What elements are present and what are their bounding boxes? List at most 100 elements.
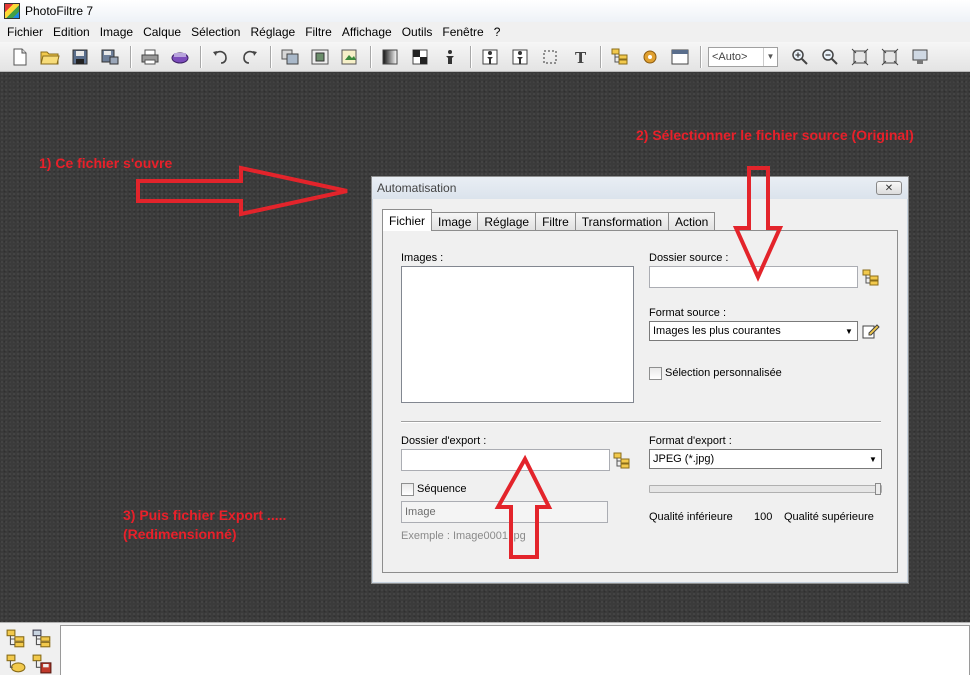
chevron-down-icon[interactable]: ▼ (865, 450, 881, 468)
menu-outils[interactable]: Outils (397, 25, 438, 39)
tab-action[interactable]: Action (668, 212, 716, 231)
export-format-dropdown[interactable]: JPEG (*.jpg) ▼ (649, 449, 882, 469)
section-separator (401, 421, 881, 423)
pattern-icon[interactable] (408, 45, 432, 69)
sequence-name-input[interactable]: Image (401, 501, 608, 523)
chevron-down-icon[interactable]: ▼ (763, 47, 777, 66)
menu-bar: Fichier Edition Image Calque Sélection R… (0, 22, 970, 42)
menu-reglage[interactable]: Réglage (245, 25, 300, 39)
actual-size-icon[interactable] (848, 45, 872, 69)
export-image-icon[interactable] (338, 45, 362, 69)
tab-reglage[interactable]: Réglage (477, 212, 537, 231)
edit-format-icon[interactable] (862, 322, 880, 340)
images-listbox[interactable] (401, 266, 634, 403)
export-format-label: Format d'export : (649, 435, 732, 447)
chevron-down-icon[interactable]: ▼ (841, 322, 857, 340)
menu-selection[interactable]: Sélection (186, 25, 245, 39)
source-format-dropdown[interactable]: Images les plus courantes ▼ (649, 321, 858, 341)
example-filename: Exemple : Image0001.jpg (401, 530, 526, 542)
svg-text:T: T (575, 49, 587, 65)
window-title: PhotoFiltre 7 (25, 4, 94, 18)
resize-image-icon[interactable] (278, 45, 302, 69)
text-tool-icon[interactable]: T (568, 45, 592, 69)
toolbar-separator (270, 45, 272, 68)
print-icon[interactable] (138, 45, 162, 69)
scanner-icon[interactable] (168, 45, 192, 69)
dialog-title-bar[interactable]: Automatisation (372, 177, 908, 199)
zoom-value: <Auto> (712, 50, 748, 63)
title-bar: PhotoFiltre 7 (0, 0, 970, 22)
redo-icon[interactable] (238, 45, 262, 69)
undo-icon[interactable] (208, 45, 232, 69)
source-format-label: Format source : (649, 307, 727, 319)
custom-selection-label: Sélection personnalisée (665, 367, 782, 379)
toolbar-separator (130, 45, 132, 68)
dialog-title: Automatisation (377, 181, 457, 195)
close-icon: ✕ (884, 182, 894, 194)
new-document-icon[interactable] (8, 45, 32, 69)
tab-transformation[interactable]: Transformation (574, 212, 669, 231)
bottom-icon-strip (0, 623, 60, 675)
tree-folders-icon[interactable] (32, 629, 52, 649)
quality-value: 100 (754, 511, 773, 523)
window-icon[interactable] (668, 45, 692, 69)
menu-calque[interactable]: Calque (138, 25, 186, 39)
fullscreen-icon[interactable] (908, 45, 932, 69)
dialog-close-button[interactable]: ✕ (876, 181, 902, 195)
source-format-value: Images les plus courantes (653, 325, 781, 337)
quality-slider[interactable] (649, 485, 882, 493)
bottom-explorer-area[interactable] (60, 625, 970, 675)
source-folder-label: Dossier source : (649, 252, 729, 264)
tab-filtre[interactable]: Filtre (535, 212, 576, 231)
dialog-tabs: Fichier Image Réglage Filtre Transformat… (382, 209, 716, 231)
automation-icon[interactable] (608, 45, 632, 69)
sequence-label: Séquence (417, 483, 467, 495)
bottom-panel (0, 622, 970, 675)
zoom-out-icon[interactable] (818, 45, 842, 69)
toolbar-separator (600, 45, 602, 68)
save-folder-icon[interactable] (32, 654, 52, 674)
figure-selection-icon[interactable] (508, 45, 532, 69)
menu-image[interactable]: Image (95, 25, 138, 39)
canvas-size-icon[interactable] (308, 45, 332, 69)
browse-export-folder-icon[interactable] (613, 452, 631, 470)
main-toolbar: T <Auto> ▼ (0, 42, 970, 72)
tab-fichier[interactable]: Fichier (382, 209, 433, 231)
quality-high-label: Qualité supérieure (784, 511, 874, 523)
quality-slider-thumb[interactable] (875, 483, 881, 495)
export-format-value: JPEG (*.jpg) (653, 453, 715, 465)
menu-affichage[interactable]: Affichage (337, 25, 397, 39)
marquee-selection-icon[interactable] (538, 45, 562, 69)
tab-image[interactable]: Image (431, 212, 479, 231)
save-as-icon[interactable] (98, 45, 122, 69)
gradient-icon[interactable] (378, 45, 402, 69)
menu-fenetre[interactable]: Fenêtre (437, 25, 488, 39)
save-disk-icon[interactable] (68, 45, 92, 69)
toolbar-separator (200, 45, 202, 68)
export-folder-label: Dossier d'export : (401, 435, 487, 447)
menu-help[interactable]: ? (489, 25, 506, 39)
automation-dialog: Automatisation ✕ Fichier Image Réglage F… (371, 176, 909, 584)
manual-selection-icon[interactable] (478, 45, 502, 69)
source-folder-input[interactable] (649, 266, 858, 288)
menu-fichier[interactable]: Fichier (2, 25, 48, 39)
zoom-dropdown[interactable]: <Auto> ▼ (708, 46, 778, 67)
plugins-icon[interactable] (638, 45, 662, 69)
browse-source-folder-icon[interactable] (862, 269, 880, 287)
menu-filtre[interactable]: Filtre (300, 25, 337, 39)
annotation-step-3-line-1: 3) Puis fichier Export ..... (123, 507, 287, 523)
toolbar-separator (700, 45, 702, 68)
custom-selection-checkbox[interactable] (649, 367, 662, 380)
images-label: Images : (401, 252, 444, 264)
open-folder-icon[interactable] (6, 654, 26, 674)
fit-window-icon[interactable] (878, 45, 902, 69)
figure-icon[interactable] (438, 45, 462, 69)
zoom-in-icon[interactable] (788, 45, 812, 69)
automation-icon[interactable] (6, 629, 26, 649)
export-folder-input[interactable] (401, 449, 610, 471)
annotation-step-2: 2) Sélectionner le fichier source (Origi… (636, 127, 914, 143)
open-folder-icon[interactable] (38, 45, 62, 69)
menu-edition[interactable]: Edition (48, 25, 95, 39)
photofiltre-app-icon (4, 3, 20, 19)
sequence-checkbox[interactable] (401, 483, 414, 496)
